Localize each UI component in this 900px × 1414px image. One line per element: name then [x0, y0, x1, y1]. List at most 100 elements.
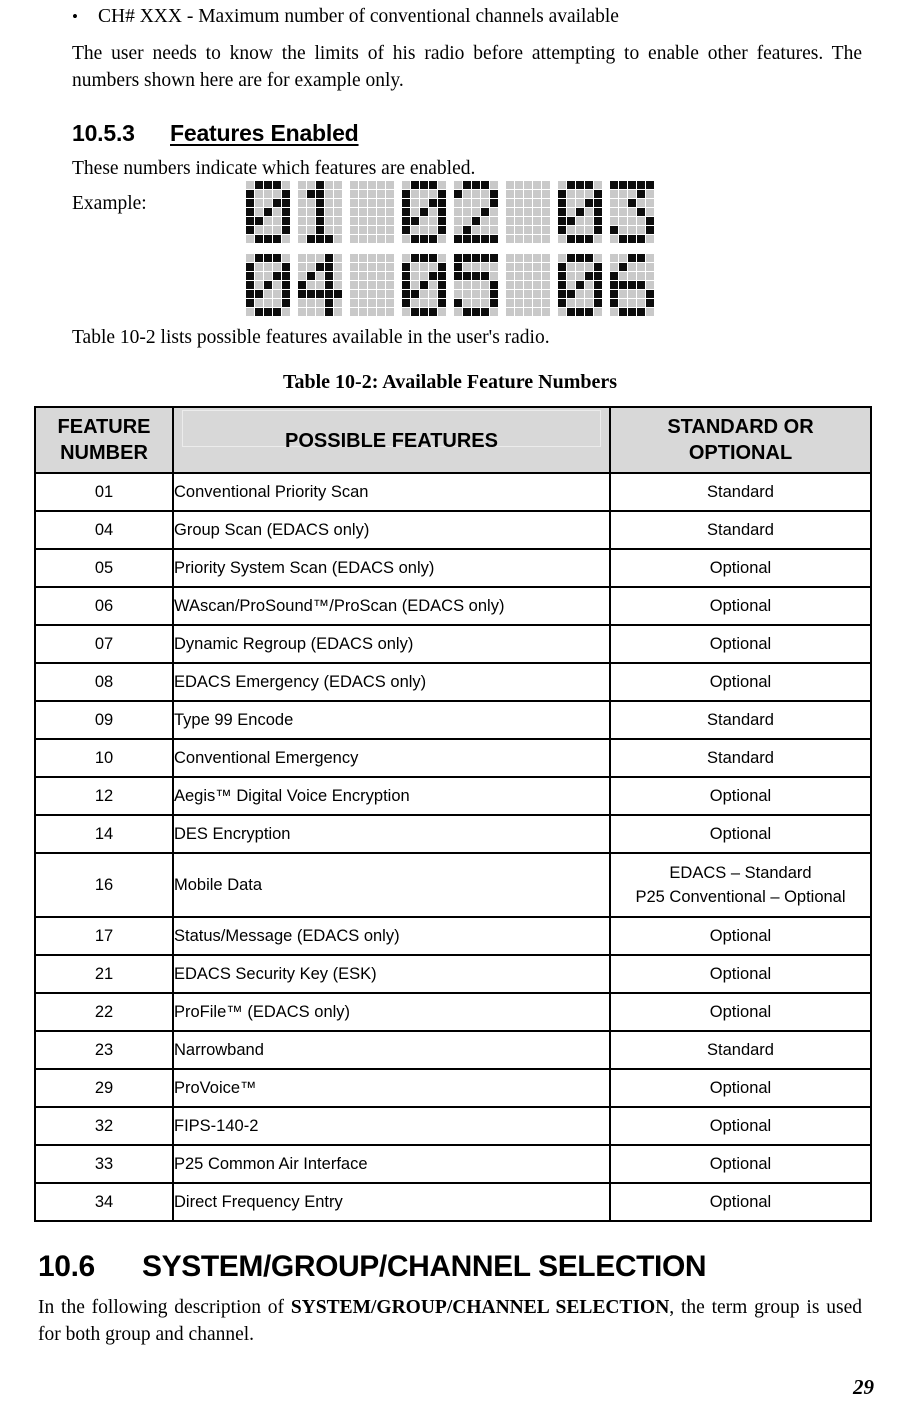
- lcd-pixel: [463, 217, 471, 225]
- lcd-character: [350, 181, 394, 243]
- lcd-pixel: [402, 281, 410, 289]
- lcd-line: [246, 181, 654, 243]
- lcd-pixel: [438, 226, 446, 234]
- lcd-pixel: [255, 299, 263, 307]
- lcd-pixel: [637, 272, 645, 280]
- lcd-pixel: [628, 299, 636, 307]
- lcd-pixel: [619, 299, 627, 307]
- lcd-pixel: [610, 217, 618, 225]
- lcd-pixel: [585, 263, 593, 271]
- lcd-pixel: [359, 281, 367, 289]
- status-line-2: P25 Conventional – Optional: [635, 888, 846, 906]
- heading-10-5-3-number: 10.5.3: [72, 120, 135, 146]
- lcd-pixel: [325, 235, 333, 243]
- lcd-pixel: [298, 254, 306, 262]
- lcd-pixel: [368, 299, 376, 307]
- lcd-pixel: [542, 199, 550, 207]
- lcd-pixel: [411, 308, 419, 316]
- lcd-pixel: [558, 235, 566, 243]
- lcd-pixel: [506, 226, 514, 234]
- lcd-pixel: [646, 263, 654, 271]
- lcd-pixel: [637, 181, 645, 189]
- lcd-pixel: [438, 272, 446, 280]
- lcd-pixel: [524, 308, 532, 316]
- lcd-pixel: [628, 272, 636, 280]
- cell-feature-number: 22: [34, 992, 174, 1032]
- column-header-feature-number-line1: FEATURE: [57, 416, 151, 438]
- lcd-pixel: [307, 308, 315, 316]
- lcd-pixel: [298, 290, 306, 298]
- cell-possible-feature: EDACS Security Key (ESK): [172, 954, 611, 994]
- lcd-pixel: [628, 190, 636, 198]
- lcd-pixel: [463, 181, 471, 189]
- lcd-pixel: [386, 181, 394, 189]
- column-header-standard-or-optional-line1: STANDARD OR: [667, 416, 814, 438]
- lcd-pixel: [628, 181, 636, 189]
- lcd-pixel: [524, 190, 532, 198]
- lcd-pixel: [334, 217, 342, 225]
- bullet-marker: •: [72, 7, 78, 26]
- lcd-pixel: [524, 199, 532, 207]
- lcd-pixel: [619, 181, 627, 189]
- lcd-pixel: [402, 263, 410, 271]
- lcd-pixel: [377, 272, 385, 280]
- lcd-pixel: [307, 272, 315, 280]
- lcd-pixel: [524, 272, 532, 280]
- lcd-pixel: [454, 299, 462, 307]
- lcd-character: [506, 254, 550, 316]
- heading-10-6-title: SYSTEM/GROUP/CHANNEL SELECTION: [142, 1250, 707, 1283]
- lcd-pixel: [454, 226, 462, 234]
- lcd-pixel: [264, 308, 272, 316]
- lcd-pixel: [463, 299, 471, 307]
- lcd-pixel: [420, 254, 428, 262]
- lcd-pixel: [628, 226, 636, 234]
- lcd-pixel: [524, 263, 532, 271]
- lcd-pixel: [411, 226, 419, 234]
- cell-possible-feature: Dynamic Regroup (EDACS only): [172, 624, 611, 664]
- lcd-pixel: [386, 281, 394, 289]
- lcd-pixel: [610, 281, 618, 289]
- cell-feature-number: 10: [34, 738, 174, 778]
- bullet-item-text: CH# XXX - Maximum number of conventional…: [98, 6, 619, 27]
- table-caption: Table 10-2: Available Feature Numbers: [282, 371, 618, 393]
- lcd-pixel: [490, 281, 498, 289]
- lcd-pixel: [576, 299, 584, 307]
- lcd-pixel: [411, 272, 419, 280]
- column-header-possible-features: POSSIBLE FEATURES: [172, 406, 611, 474]
- lcd-pixel: [594, 235, 602, 243]
- lcd-pixel: [386, 208, 394, 216]
- lcd-pixel: [619, 217, 627, 225]
- lcd-pixel: [316, 299, 324, 307]
- lcd-pixel: [594, 263, 602, 271]
- cell-feature-number: 12: [34, 776, 174, 816]
- lcd-pixel: [350, 308, 358, 316]
- lcd-pixel: [463, 235, 471, 243]
- table-row: 22 ProFile™ (EDACS only) Optional: [34, 992, 872, 1032]
- lcd-pixel: [515, 208, 523, 216]
- lcd-pixel: [307, 181, 315, 189]
- lcd-pixel: [411, 208, 419, 216]
- cell-feature-number: 05: [34, 548, 174, 588]
- lcd-pixel: [567, 281, 575, 289]
- lcd-pixel: [246, 226, 254, 234]
- lcd-pixel: [420, 235, 428, 243]
- lcd-pixel: [576, 281, 584, 289]
- lcd-pixel: [438, 235, 446, 243]
- lcd-pixel: [438, 254, 446, 262]
- lcd-pixel: [610, 254, 618, 262]
- lcd-pixel: [359, 208, 367, 216]
- lcd-pixel: [255, 199, 263, 207]
- lcd-pixel: [506, 190, 514, 198]
- cell-standard-or-optional: Standard: [609, 738, 872, 778]
- lcd-pixel: [386, 217, 394, 225]
- lcd-pixel: [610, 272, 618, 280]
- lcd-pixel: [273, 208, 281, 216]
- lcd-pixel: [368, 254, 376, 262]
- lcd-pixel: [490, 272, 498, 280]
- lcd-pixel: [558, 217, 566, 225]
- cell-possible-feature: P25 Common Air Interface: [172, 1144, 611, 1184]
- lcd-pixel: [567, 299, 575, 307]
- heading-10-5-3: 10.5.3 Features Enabled: [34, 120, 866, 147]
- lcd-pixel: [646, 254, 654, 262]
- table-header-row: FEATURE NUMBER POSSIBLE FEATURES STANDAR…: [34, 406, 872, 474]
